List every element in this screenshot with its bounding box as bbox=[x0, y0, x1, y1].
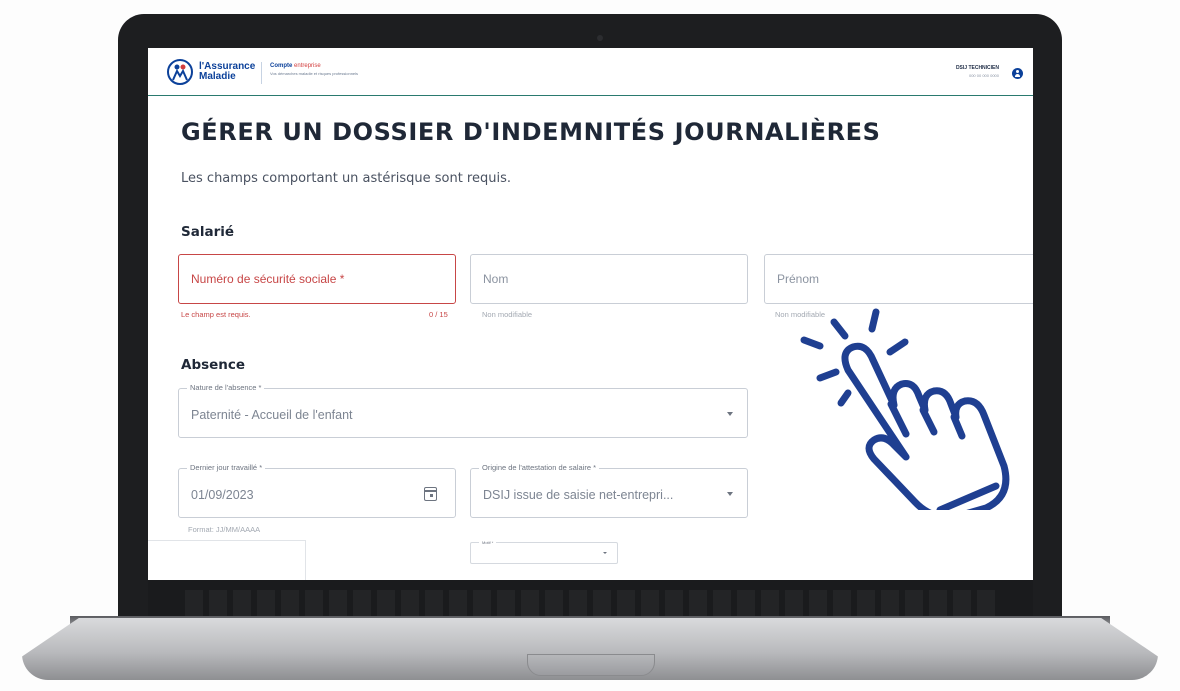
motif-select[interactable]: Motif * bbox=[470, 540, 618, 564]
app-header: l'Assurance Maladie Compte entreprise Vo… bbox=[148, 48, 1033, 96]
webcam bbox=[597, 35, 603, 41]
nss-label: Numéro de sécurité sociale * bbox=[191, 272, 345, 286]
dernier-jour-label: Dernier jour travaillé * bbox=[187, 463, 266, 472]
chevron-down-icon bbox=[727, 412, 733, 416]
origine-attestation-select[interactable]: Origine de l'attestation de salaire * DS… bbox=[470, 463, 748, 518]
prenom-input[interactable]: Prénom bbox=[764, 254, 1033, 304]
page-title: GÉRER UN DOSSIER D'INDEMNITÉS JOURNALIÈR… bbox=[181, 118, 881, 146]
nom-label: Nom bbox=[483, 272, 509, 286]
laptop-opening-notch bbox=[527, 654, 655, 676]
nature-absence-value: Paternité - Accueil de l'enfant bbox=[191, 408, 353, 422]
section-absence-heading: Absence bbox=[181, 357, 246, 373]
nom-helper: Non modifiable bbox=[482, 310, 533, 319]
compte-entreprise-brand: Compte entreprise Vos démarches maladie … bbox=[270, 63, 358, 76]
nss-char-counter: 0 / 15 bbox=[429, 310, 448, 319]
motif-label: Motif * bbox=[479, 540, 497, 545]
brand-subtitle: Vos démarches maladie et risques profess… bbox=[270, 71, 359, 76]
page-subtitle: Les champs comportant un astérisque sont… bbox=[181, 171, 511, 186]
brand-accent: entreprise bbox=[294, 63, 321, 69]
logo-line2: Maladie bbox=[199, 71, 236, 82]
chevron-down-icon bbox=[603, 552, 607, 554]
dernier-jour-input[interactable]: Dernier jour travaillé * 01/09/2023 bbox=[178, 463, 456, 518]
nature-absence-label: Nature de l'absence * bbox=[187, 383, 265, 392]
calendar-icon[interactable] bbox=[424, 487, 437, 501]
side-panel bbox=[148, 540, 306, 580]
brand-main: Compte bbox=[270, 63, 293, 69]
nss-error-message: Le champ est requis. bbox=[181, 310, 251, 319]
dernier-jour-value: 01/09/2023 bbox=[191, 488, 254, 502]
prenom-label: Prénom bbox=[777, 272, 820, 286]
nom-input[interactable]: Nom bbox=[470, 254, 748, 304]
laptop-mockup: l'Assurance Maladie Compte entreprise Vo… bbox=[0, 0, 1180, 691]
logo-text: l'Assurance Maladie bbox=[199, 62, 255, 82]
user-info[interactable]: DSIJ TECHNICIEN 000 00 000 0000 bbox=[956, 65, 999, 78]
nss-input[interactable]: Numéro de sécurité sociale * bbox=[178, 254, 456, 304]
origine-attestation-value: DSIJ issue de saisie net-entrepri... bbox=[483, 488, 674, 502]
pointing-hand-icon bbox=[800, 308, 1010, 510]
header-divider bbox=[261, 62, 262, 84]
logo-mark-icon bbox=[167, 59, 193, 85]
dernier-jour-helper: Format: JJ/MM/AAAA bbox=[188, 525, 261, 534]
assurance-maladie-logo[interactable]: l'Assurance Maladie bbox=[166, 58, 255, 86]
user-circle-icon[interactable] bbox=[1012, 68, 1023, 79]
origine-attestation-label: Origine de l'attestation de salaire * bbox=[479, 463, 599, 472]
nature-absence-select[interactable]: Nature de l'absence * Paternité - Accuei… bbox=[178, 383, 748, 438]
chevron-down-icon bbox=[727, 492, 733, 496]
section-salarie-heading: Salarié bbox=[181, 224, 235, 240]
user-name: DSIJ TECHNICIEN bbox=[955, 65, 999, 71]
user-id: 000 00 000 0000 bbox=[968, 73, 999, 78]
